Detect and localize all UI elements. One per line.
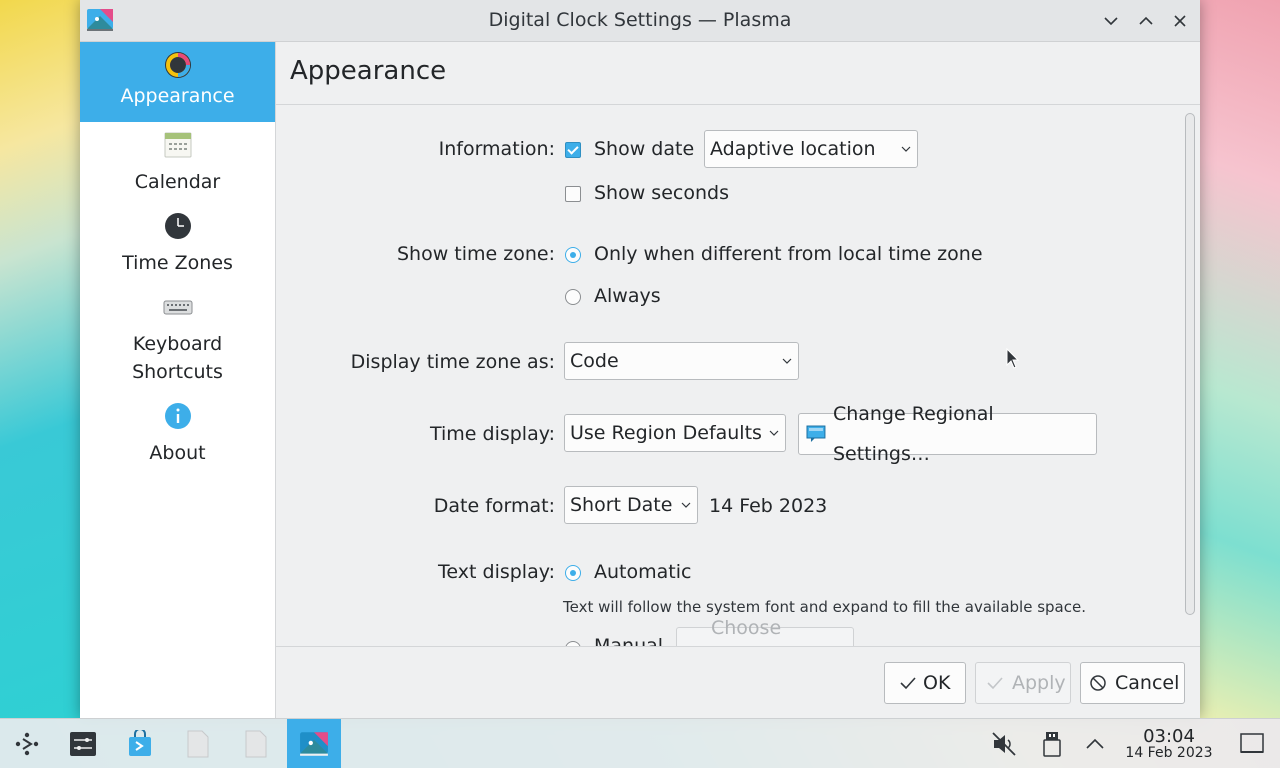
sidebar-item-calendar[interactable]: Calendar [80,126,275,202]
display-time-zone-select[interactable]: Code [564,342,799,380]
date-format-value: Short Date [570,494,673,516]
mouse-cursor-icon [1006,348,1020,369]
time-zone-always-label[interactable]: Always [594,285,661,307]
time-display-value: Use Region Defaults [570,422,762,444]
checkmark-icon [900,677,916,690]
cancel-button[interactable]: Cancel [1080,662,1185,704]
settings-window: Digital Clock Settings — Plasma Appearan… [80,0,1200,719]
sidebar-item-label-2: Shortcuts [132,361,223,383]
document-icon [187,730,209,758]
app-icon [300,732,328,756]
removable-device-icon[interactable] [1039,731,1065,757]
keyboard-icon [163,300,192,315]
time-zone-different-label[interactable]: Only when different from local time zone [594,243,983,265]
sidebar-item-time-zones[interactable]: Time Zones [80,207,275,283]
wallpaper-left [0,0,82,718]
text-display-manual-label[interactable]: Manual [594,635,663,646]
close-icon [1174,15,1186,27]
sidebar-item-about[interactable]: About [80,397,275,473]
maximize-button[interactable] [1133,8,1159,34]
regional-settings-icon [806,425,826,442]
form-scrollbar[interactable] [1180,105,1200,646]
minimize-button[interactable] [1098,8,1124,34]
task-system-settings[interactable] [56,719,110,768]
task-discover[interactable] [113,719,167,768]
time-display-label: Time display: [429,423,555,445]
clock-time[interactable]: 03:04 [1128,726,1210,747]
change-regional-settings-label: Change Regional Settings… [832,403,994,465]
dialog-button-bar: OK Apply Cancel [276,646,1200,719]
task-document-1[interactable] [171,719,225,768]
sidebar-item-label: Appearance [120,85,235,107]
sidebar-item-label: Calendar [134,171,221,193]
title-bar[interactable]: Digital Clock Settings — Plasma [80,0,1200,42]
date-format-label: Date format: [433,495,555,517]
choose-style-button[interactable]: Choose Style… [676,617,854,646]
show-desktop-icon[interactable] [1238,731,1266,757]
date-location-select[interactable]: Adaptive location [704,130,918,168]
window-title: Digital Clock Settings — Plasma [488,9,792,31]
apply-button[interactable]: Apply [975,662,1071,704]
clock-icon [164,213,191,239]
clock-date[interactable]: 14 Feb 2023 [1122,745,1216,761]
display-time-zone-value: Code [570,350,619,372]
page-title: Appearance [290,56,447,86]
show-seconds-checkbox[interactable] [565,186,581,202]
text-display-automatic-radio[interactable] [565,565,581,581]
date-location-value: Adaptive location [710,138,876,160]
sidebar: Appearance Calendar Time Zones Keyboard … [80,42,276,718]
info-icon [164,403,191,429]
scrollbar-thumb[interactable] [1185,113,1195,615]
chevron-down-icon [782,358,792,364]
sidebar-item-label: About [149,442,206,464]
show-seconds-label[interactable]: Show seconds [594,182,729,204]
taskbar [0,718,1280,768]
calendar-icon [164,132,191,158]
task-digital-clock-settings[interactable] [287,719,341,768]
date-format-select[interactable]: Short Date [564,486,698,524]
settings-form: Information: Show date Adaptive location… [276,105,1180,646]
ok-label: OK [923,672,951,694]
discover-icon [129,730,151,756]
show-date-label[interactable]: Show date [594,138,694,160]
volume-muted-icon[interactable] [991,731,1017,757]
checkmark-icon [987,677,1003,690]
time-display-select[interactable]: Use Region Defaults [564,414,786,452]
launcher-icon [15,732,39,756]
chevron-down-icon [1104,17,1118,26]
system-settings-icon [70,732,96,756]
display-time-zone-as-label: Display time zone as: [350,351,555,373]
sidebar-item-appearance[interactable]: Appearance [80,42,275,122]
chevron-down-icon [681,502,691,508]
ok-button[interactable]: OK [884,662,966,704]
choose-style-label: Choose Style… [711,617,782,639]
chevron-down-icon [769,430,779,436]
change-regional-settings-button[interactable]: Change Regional Settings… [798,403,1097,465]
sidebar-item-label: Keyboard [132,333,223,355]
close-button[interactable] [1167,8,1193,34]
show-time-zone-label: Show time zone: [396,243,555,265]
cancel-label: Cancel [1115,672,1180,694]
text-display-label: Text display: [438,561,555,583]
page-header: Appearance [276,42,1200,105]
color-wheel-icon [164,52,191,78]
cancel-icon [1090,675,1106,691]
application-launcher[interactable] [0,719,54,768]
wallpaper-right [1198,0,1280,718]
chevron-down-icon [901,146,911,152]
apply-label: Apply [1012,672,1066,694]
show-date-checkbox[interactable] [565,142,581,158]
time-zone-different-radio[interactable] [565,247,581,263]
sidebar-item-label: Time Zones [122,252,233,274]
chevron-up-icon[interactable] [1082,731,1108,757]
task-document-2[interactable] [229,719,283,768]
time-zone-always-radio[interactable] [565,289,581,305]
sidebar-item-keyboard-shortcuts[interactable]: Keyboard Shortcuts [80,288,275,388]
date-format-preview: 14 Feb 2023 [709,495,828,517]
text-display-automatic-label[interactable]: Automatic [594,561,691,583]
chevron-up-icon [1139,16,1153,25]
document-icon [245,730,267,758]
information-label: Information: [438,138,555,160]
